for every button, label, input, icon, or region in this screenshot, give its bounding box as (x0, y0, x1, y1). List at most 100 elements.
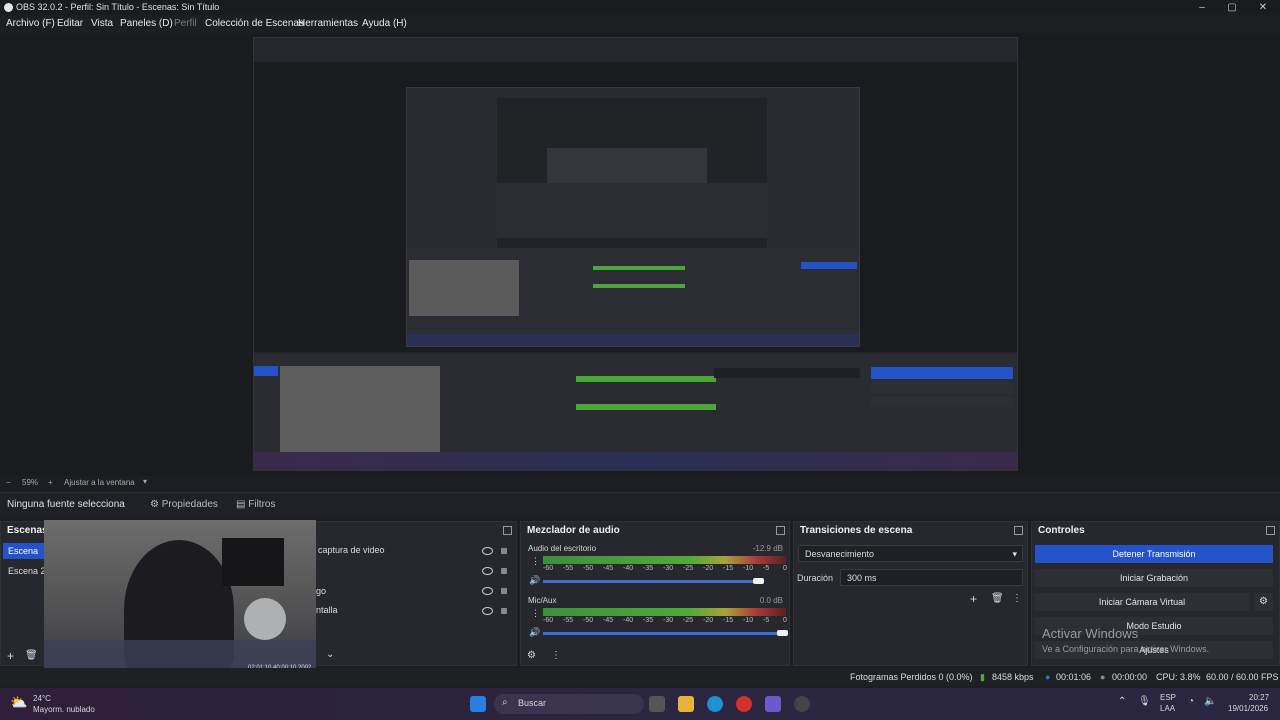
preview-canvas[interactable] (0, 33, 1280, 476)
transitions-panel: Transiciones de escena Desvanecimiento ▾… (793, 521, 1028, 666)
eye-icon[interactable] (482, 547, 493, 555)
taskbar-search[interactable]: ⌕ Buscar (494, 694, 644, 714)
undock-icon[interactable] (1014, 526, 1023, 535)
transitions-title: Transiciones de escena (800, 525, 913, 536)
no-source-label: Ninguna fuente selecciona (7, 499, 125, 510)
chevron-up-icon[interactable]: ⌃ (1118, 696, 1126, 707)
obs-icon[interactable] (794, 696, 810, 712)
chevron-down-icon[interactable]: ⌄ (326, 649, 334, 660)
nested-preview (254, 62, 1017, 352)
menu-editar[interactable]: Editar (57, 18, 83, 29)
trash-icon[interactable]: 🗑 (25, 650, 38, 661)
zoom-bar: − 59% + Ajustar a la ventana ▾ (0, 476, 1280, 490)
duration-field[interactable]: 300 ms (840, 569, 1023, 586)
discord-icon[interactable] (765, 696, 781, 712)
transition-value: Desvanecimiento (805, 549, 875, 559)
lock-icon[interactable] (501, 548, 507, 554)
controls-title: Controles (1038, 525, 1085, 536)
menu-paneles[interactable]: Paneles (D) (120, 18, 173, 29)
lang-layout[interactable]: LAA (1160, 704, 1175, 713)
nested-taskbar (254, 452, 1017, 470)
scenes-panel: Escenas Escena Escena 2 + 🗑 (0, 521, 48, 666)
scene-item-escena-2[interactable]: Escena 2 (3, 563, 46, 579)
properties-button[interactable]: ⚙ Propiedades (150, 497, 218, 513)
lock-icon[interactable] (501, 588, 507, 594)
add-scene-button[interactable]: + (7, 649, 14, 663)
kebab-icon[interactable]: ⋮ (531, 556, 540, 567)
eye-icon[interactable] (482, 567, 493, 575)
source-label: go (316, 586, 327, 596)
trash-icon[interactable]: 🗑 (991, 593, 1004, 604)
zoom-dropdown-icon[interactable]: ▾ (143, 477, 147, 486)
channel-name-mic: Mic/Aux (528, 596, 557, 605)
filter-icon: ▤ (236, 499, 246, 510)
lock-icon[interactable] (501, 568, 507, 574)
kebab-icon[interactable]: ⋮ (551, 650, 561, 661)
undock-icon[interactable] (503, 526, 512, 535)
windows-start-icon[interactable] (470, 696, 486, 712)
microphone-icon[interactable]: 🎙 (1138, 696, 1151, 707)
wifi-icon[interactable]: ◔ (1188, 696, 1194, 707)
edge-icon[interactable] (707, 696, 723, 712)
start-recording-button[interactable]: Iniciar Grabación (1035, 569, 1273, 587)
source-row-2[interactable] (316, 564, 516, 580)
volume-knob-mic[interactable] (777, 630, 788, 636)
kebab-icon[interactable]: ⋮ (531, 608, 540, 619)
volume-knob-desktop[interactable] (753, 578, 764, 584)
eye-icon[interactable] (482, 607, 493, 615)
dropped-frames: Fotogramas Perdidos 0 (0.0%) (850, 672, 973, 682)
search-icon: ⌕ (502, 697, 508, 708)
menu-bar: Archivo (F) Editar Vista Paneles (D) Per… (0, 16, 1280, 33)
fps: 60.00 / 60.00 FPS (1206, 672, 1279, 682)
menu-perfil[interactable]: Perfil (174, 18, 197, 29)
menu-archivo[interactable]: Archivo (F) (6, 18, 55, 29)
add-transition-button[interactable]: + (970, 592, 977, 606)
zoom-in-button[interactable]: + (48, 478, 53, 487)
close-button[interactable]: ✕ (1248, 0, 1278, 15)
properties-label: Propiedades (161, 499, 218, 510)
maximize-button[interactable]: ▢ (1217, 0, 1247, 15)
menu-coleccion-escenas[interactable]: Colección de Escenas (205, 18, 304, 29)
mixer-settings-icon[interactable]: ⚙ (527, 650, 536, 661)
clock-date[interactable]: 19/01/2026 (1228, 704, 1268, 713)
volume-meter-mic (543, 608, 786, 616)
speaker-icon[interactable]: 🔊 (529, 575, 540, 586)
minimize-button[interactable]: – (1187, 0, 1217, 15)
zoom-out-button[interactable]: − (6, 478, 11, 487)
speaker-icon[interactable]: 🔊 (529, 627, 540, 638)
start-virtual-cam-button[interactable]: Iniciar Cámara Virtual (1035, 593, 1249, 611)
lock-icon[interactable] (501, 608, 507, 614)
file-explorer-icon[interactable] (678, 696, 694, 712)
eye-icon[interactable] (482, 587, 493, 595)
scene-item-escena[interactable]: Escena (3, 543, 46, 559)
source-row-3[interactable]: go (316, 584, 516, 600)
audio-mixer-panel: Mezclador de audio Audio del escritorio … (520, 521, 790, 666)
stream-time: 00:01:06 (1056, 672, 1092, 682)
menu-vista[interactable]: Vista (91, 18, 113, 29)
zoom-fit-label[interactable]: Ajustar a la ventana (64, 478, 135, 487)
clock-time[interactable]: 20:27 (1249, 693, 1269, 702)
scenes-header: Escenas (1, 522, 48, 540)
volume-slider-desktop[interactable] (543, 580, 759, 583)
menu-herramientas[interactable]: Herramientas (298, 18, 358, 29)
transition-select[interactable]: Desvanecimiento ▾ (798, 545, 1023, 562)
scenes-title: Escenas (7, 525, 48, 536)
source-row-captura[interactable]: captura de video (316, 544, 516, 560)
volume-icon[interactable]: 🔈 (1204, 696, 1216, 707)
transitions-header: Transiciones de escena (794, 522, 1027, 540)
stop-stream-button[interactable]: Detener Transmisión (1035, 545, 1273, 563)
weather-desc: Mayorm. nublado (33, 705, 95, 714)
source-row-4[interactable]: ntalla (316, 604, 516, 620)
undock-icon[interactable] (776, 526, 785, 535)
menu-ayuda[interactable]: Ayuda (H) (362, 18, 407, 29)
opera-icon[interactable] (736, 696, 752, 712)
windows-taskbar: ⛅ 24°C Mayorm. nublado ⌕ Buscar ⌃ 🎙 ESP … (0, 688, 1280, 720)
lang-code[interactable]: ESP (1160, 693, 1176, 702)
undock-icon[interactable] (1266, 526, 1275, 535)
window-title: OBS 32.0.2 - Perfil: Sin Título - Escena… (16, 2, 220, 12)
filters-button[interactable]: ▤ Filtros (236, 497, 275, 513)
virtual-cam-settings-icon[interactable]: ⚙ (1254, 593, 1273, 611)
volume-slider-mic[interactable] (543, 632, 783, 635)
task-view-icon[interactable] (649, 696, 665, 712)
kebab-icon[interactable]: ⋮ (1012, 593, 1022, 604)
